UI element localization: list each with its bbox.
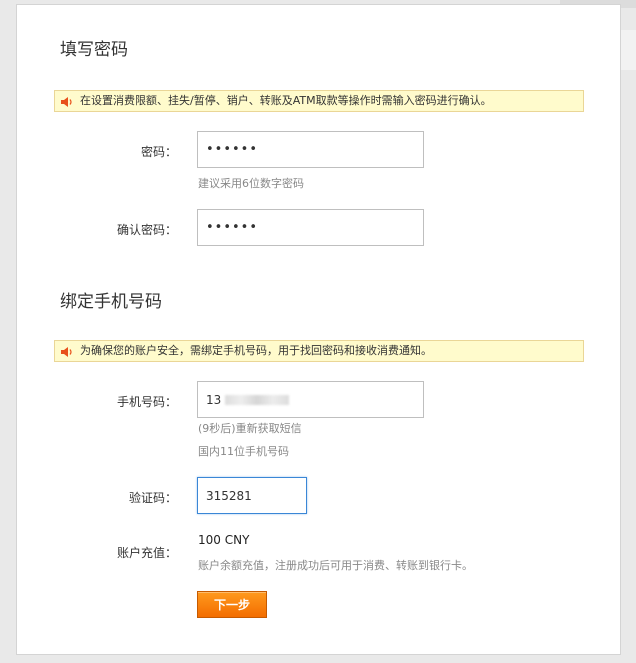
verification-code-input[interactable]: 315281 (197, 477, 307, 514)
phone-notice: 为确保您的账户安全，需绑定手机号码，用于找回密码和接收消费通知。 (54, 340, 584, 362)
next-step-button[interactable]: 下一步 (197, 591, 267, 618)
phone-hint: 国内11位手机号码 (198, 445, 289, 458)
recharge-hint: 账户余额充值，注册成功后可用于消费、转账到银行卡。 (198, 559, 473, 572)
section-title-phone: 绑定手机号码 (60, 292, 162, 312)
password-notice-text: 在设置消费限额、挂失/暂停、销户、转账及ATM取款等操作时需输入密码进行确认。 (80, 94, 492, 107)
confirm-password-label: 确认密码： (116, 223, 177, 237)
phone-label: 手机号码： (116, 395, 177, 409)
phone-prefix: 13 (206, 392, 222, 407)
recharge-amount: 100 CNY (198, 533, 250, 547)
background-strip (621, 30, 636, 70)
confirm-password-input[interactable]: •••••• (197, 209, 424, 246)
code-label: 验证码： (128, 491, 177, 505)
password-hint: 建议采用6位数字密码 (198, 177, 304, 190)
speaker-icon (60, 95, 74, 107)
resend-sms-countdown[interactable]: (9秒后)重新获取短信 (198, 420, 302, 436)
phone-blurred-digits (225, 394, 290, 405)
recharge-label: 账户充值： (116, 546, 177, 560)
form-panel: 填写密码 在设置消费限额、挂失/暂停、销户、转账及ATM取款等操作时需输入密码进… (16, 4, 621, 655)
password-notice: 在设置消费限额、挂失/暂停、销户、转账及ATM取款等操作时需输入密码进行确认。 (54, 90, 584, 112)
phone-notice-text: 为确保您的账户安全，需绑定手机号码，用于找回密码和接收消费通知。 (80, 344, 432, 357)
password-input[interactable]: •••••• (197, 131, 424, 168)
phone-input[interactable]: 13 (197, 381, 424, 418)
section-title-password: 填写密码 (60, 40, 128, 60)
speaker-icon (60, 345, 74, 357)
password-label: 密码： (140, 145, 177, 159)
